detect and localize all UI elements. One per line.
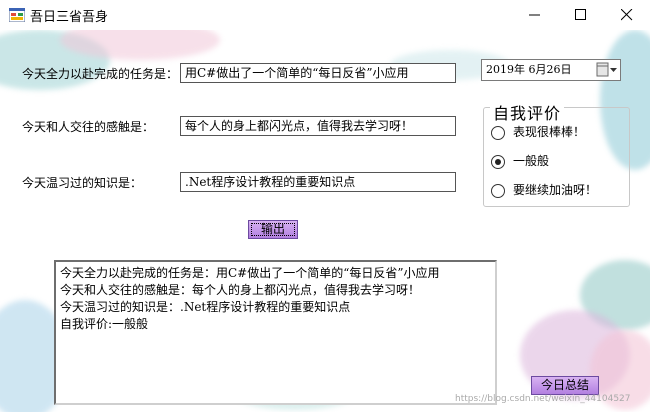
radio-option-average[interactable]: 一般般 bbox=[491, 152, 549, 169]
knowledge-input[interactable]: .Net程序设计教程的重要知识点 bbox=[180, 172, 456, 192]
minimize-button[interactable] bbox=[512, 0, 558, 30]
knowledge-label: 今天温习过的知识是： bbox=[22, 176, 143, 190]
self-evaluation-title: 自我评价 bbox=[490, 100, 565, 124]
task-input[interactable]: 用C#做出了一个简单的“每日反省”小应用 bbox=[180, 63, 456, 83]
close-icon bbox=[621, 9, 633, 21]
app-window: 吾日三省吾身 今天全力以赴完成的任务是： 用C#做出了一个简单的“每日反省”小应… bbox=[0, 0, 650, 412]
radio-icon bbox=[491, 183, 505, 198]
radio-selected-icon bbox=[491, 154, 505, 169]
close-button[interactable] bbox=[604, 0, 650, 30]
app-icon bbox=[9, 8, 25, 22]
calendar-dropdown-icon[interactable] bbox=[596, 62, 618, 78]
output-line: 自我评价:一般般 bbox=[60, 317, 149, 331]
radio-option-great[interactable]: 表现很棒棒！ bbox=[491, 123, 585, 140]
feeling-input[interactable]: 每个人的身上都闪光点，值得我去学习呀！ bbox=[180, 116, 456, 136]
radio-label: 一般般 bbox=[513, 154, 550, 168]
window-title: 吾日三省吾身 bbox=[30, 10, 109, 25]
watermark-text: https://blog.csdn.net/weixin_44104527 bbox=[455, 394, 631, 404]
minimize-icon bbox=[529, 14, 540, 16]
output-line: 今天全力以赴完成的任务是：用C#做出了一个简单的“每日反省”小应用 bbox=[60, 266, 440, 280]
feeling-label: 今天和人交往的感触是： bbox=[22, 120, 155, 134]
radio-label: 表现很棒棒！ bbox=[513, 125, 586, 139]
date-value: 2019年 6月26日 bbox=[486, 63, 572, 76]
date-picker[interactable]: 2019年 6月26日 bbox=[481, 59, 621, 81]
output-textarea[interactable]: 今天全力以赴完成的任务是：用C#做出了一个简单的“每日反省”小应用 今天和人交往… bbox=[54, 260, 497, 405]
title-bar: 吾日三省吾身 bbox=[0, 0, 650, 30]
daily-summary-button[interactable]: 今日总结 bbox=[531, 376, 599, 395]
output-button[interactable]: 输出 bbox=[248, 220, 298, 239]
form-client-area: 今天全力以赴完成的任务是： 用C#做出了一个简单的“每日反省”小应用 2019年… bbox=[0, 30, 650, 412]
radio-option-keep-going[interactable]: 要继续加油呀！ bbox=[491, 181, 597, 198]
task-label: 今天全力以赴完成的任务是： bbox=[22, 67, 179, 81]
output-line: 今天和人交往的感触是：每个人的身上都闪光点，值得我去学习呀！ bbox=[60, 283, 421, 297]
maximize-button[interactable] bbox=[558, 0, 604, 30]
output-line: 今天温习过的知识是：.Net程序设计教程的重要知识点 bbox=[60, 300, 351, 314]
radio-label: 要继续加油呀！ bbox=[513, 183, 598, 197]
radio-icon bbox=[491, 125, 505, 140]
maximize-icon bbox=[575, 9, 586, 20]
